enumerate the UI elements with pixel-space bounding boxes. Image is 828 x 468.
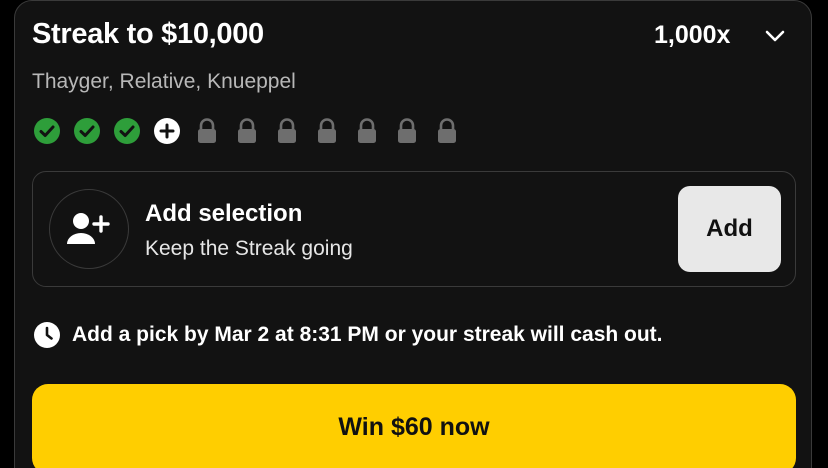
plus-circle-icon <box>154 118 180 144</box>
win-now-button[interactable]: Win $60 now <box>32 384 796 468</box>
add-user-icon <box>49 189 129 269</box>
lock-icon <box>314 118 340 144</box>
check-icon <box>34 118 60 144</box>
add-selection-panel[interactable]: Add selection Keep the Streak going Add <box>32 171 796 287</box>
streak-title: Streak to $10,000 <box>32 18 264 50</box>
lock-icon <box>394 118 420 144</box>
cashout-notice: Add a pick by Mar 2 at 8:31 PM or your s… <box>34 322 663 348</box>
chevron-down-icon[interactable] <box>764 28 786 44</box>
notice-text: Add a pick by Mar 2 at 8:31 PM or your s… <box>72 323 663 346</box>
add-selection-title: Add selection <box>145 200 303 227</box>
lock-icon <box>274 118 300 144</box>
streak-picks: Thayger, Relative, Knueppel <box>32 70 296 93</box>
check-icon <box>74 118 100 144</box>
lock-icon <box>434 118 460 144</box>
add-selection-subtitle: Keep the Streak going <box>145 237 353 260</box>
multiplier-value: 1,000x <box>654 21 731 49</box>
add-button[interactable]: Add <box>678 186 781 272</box>
lock-icon <box>354 118 380 144</box>
clock-icon <box>34 322 60 348</box>
lock-icon <box>194 118 220 144</box>
lock-icon <box>234 118 260 144</box>
streak-progress <box>34 118 460 144</box>
check-icon <box>114 118 140 144</box>
